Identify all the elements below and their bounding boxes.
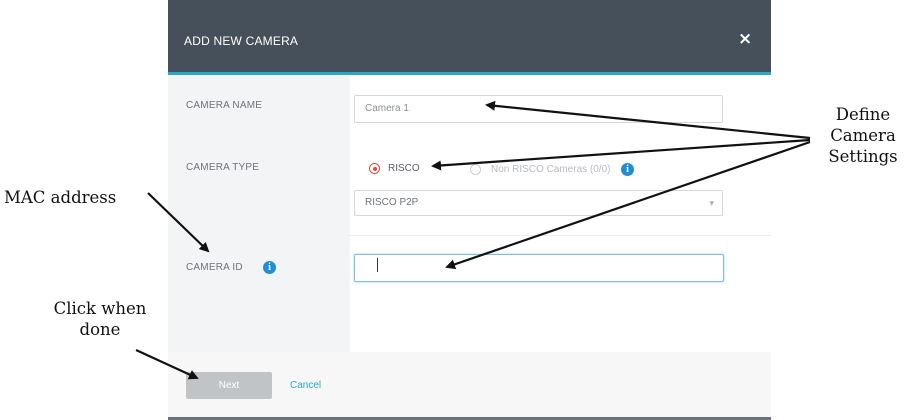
camera-model-value: RISCO P2P — [365, 197, 419, 208]
radio-risco-label: RISCO — [388, 163, 420, 174]
camera-name-input[interactable]: Camera 1 — [354, 95, 723, 123]
radio-non-risco-label: Non RISCO Cameras (0/0) — [491, 164, 611, 175]
chevron-down-icon: ▾ — [709, 198, 714, 208]
dialog-title: ADD NEW CAMERA — [184, 34, 299, 48]
close-icon[interactable]: × — [738, 29, 752, 49]
camera-type-label: CAMERA TYPE — [186, 162, 260, 173]
radio-risco[interactable] — [369, 163, 380, 174]
radio-non-risco[interactable] — [470, 164, 481, 175]
annotation-line: done — [79, 320, 121, 339]
camera-model-select[interactable]: RISCO P2P ▾ — [354, 190, 723, 216]
add-camera-dialog: ADD NEW CAMERA × CAMERA NAME CAMERA TYPE… — [168, 0, 771, 420]
camera-id-input[interactable] — [354, 254, 724, 282]
row-divider — [350, 235, 771, 236]
annotation-line: Define — [835, 105, 891, 124]
annotation-line: Settings — [828, 147, 898, 166]
text-caret — [377, 258, 378, 272]
info-icon[interactable]: i — [621, 163, 634, 176]
dialog-header: ADD NEW CAMERA × — [168, 0, 771, 72]
click-when-done-annotation: Click when done — [30, 298, 170, 340]
info-icon[interactable]: i — [263, 261, 276, 274]
define-settings-annotation: Define Camera Settings — [818, 104, 908, 167]
camera-id-label: CAMERA ID — [186, 262, 243, 273]
label-column — [168, 75, 350, 352]
annotation-line: Click when — [53, 299, 147, 318]
mac-address-annotation: MAC address — [4, 188, 117, 207]
annotation-line: Camera — [830, 126, 896, 145]
camera-name-label: CAMERA NAME — [186, 100, 263, 111]
next-button[interactable]: Next — [186, 372, 272, 399]
cancel-link[interactable]: Cancel — [290, 380, 321, 391]
